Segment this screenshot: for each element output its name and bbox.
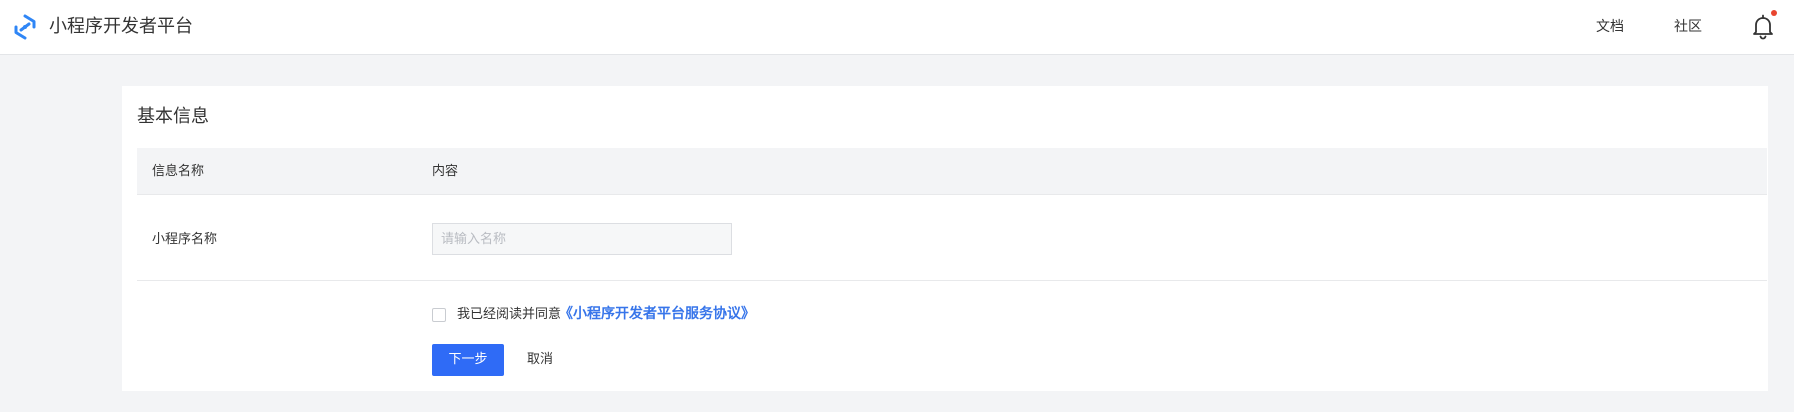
- column-header-content: 内容: [432, 164, 459, 179]
- bell-icon[interactable]: [1750, 13, 1776, 41]
- top-navigation-bar: 小程序开发者平台 文档 社区: [0, 0, 1794, 55]
- platform-title[interactable]: 小程序开发者平台: [49, 14, 193, 40]
- table-header: 信息名称 内容: [137, 148, 1767, 195]
- row-divider: [137, 280, 1767, 281]
- section-title: 基本信息: [137, 106, 209, 127]
- notification-dot: [1771, 10, 1777, 16]
- agreement-text: 我已经阅读并同意: [457, 307, 562, 322]
- mini-program-logo-icon[interactable]: [12, 14, 38, 40]
- mini-program-name-label: 小程序名称: [152, 232, 218, 247]
- next-step-button[interactable]: 下一步: [432, 344, 504, 376]
- agreement-checkbox[interactable]: [432, 308, 446, 322]
- column-header-info-name: 信息名称: [152, 164, 205, 179]
- service-agreement-link[interactable]: 《小程序开发者平台服务协议》: [559, 304, 755, 324]
- nav-docs-link[interactable]: 文档: [1596, 17, 1624, 37]
- mini-program-name-input[interactable]: [432, 223, 732, 255]
- cancel-button[interactable]: 取消: [527, 350, 553, 370]
- nav-community-link[interactable]: 社区: [1674, 17, 1702, 37]
- basic-info-card: 基本信息 信息名称 内容 小程序名称 我已经阅读并同意 《小程序开发者平台服务协…: [122, 86, 1768, 391]
